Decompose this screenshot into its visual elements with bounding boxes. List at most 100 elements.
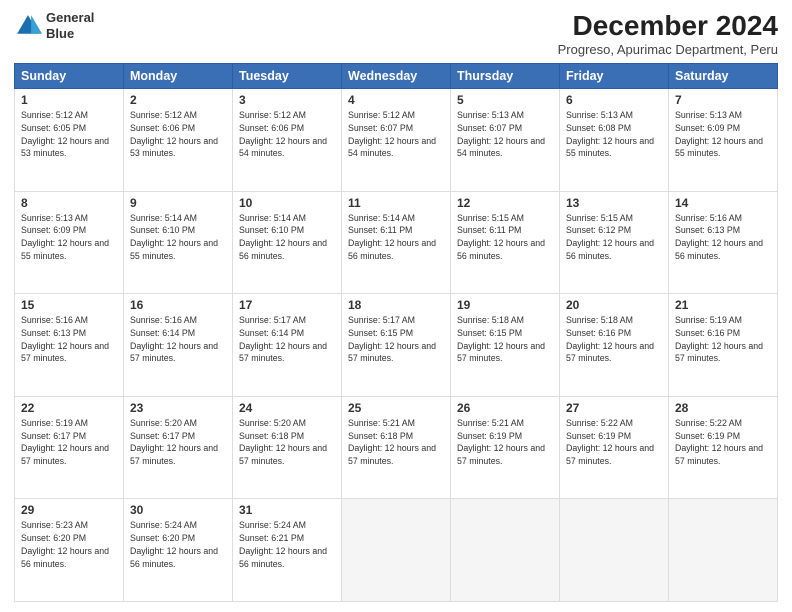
day-number: 2	[130, 93, 226, 107]
logo-line2: Blue	[46, 26, 94, 42]
calendar-cell: 3 Sunrise: 5:12 AM Sunset: 6:06 PM Dayli…	[233, 89, 342, 192]
calendar-cell: 6 Sunrise: 5:13 AM Sunset: 6:08 PM Dayli…	[560, 89, 669, 192]
calendar-cell: 28 Sunrise: 5:22 AM Sunset: 6:19 PM Dayl…	[669, 396, 778, 499]
day-info: Sunrise: 5:19 AM Sunset: 6:16 PM Dayligh…	[675, 314, 771, 365]
calendar-cell: 10 Sunrise: 5:14 AM Sunset: 6:10 PM Dayl…	[233, 191, 342, 294]
calendar-cell	[669, 499, 778, 602]
day-number: 26	[457, 401, 553, 415]
day-number: 19	[457, 298, 553, 312]
calendar-cell: 2 Sunrise: 5:12 AM Sunset: 6:06 PM Dayli…	[124, 89, 233, 192]
calendar-week-1: 1 Sunrise: 5:12 AM Sunset: 6:05 PM Dayli…	[15, 89, 778, 192]
calendar-cell: 9 Sunrise: 5:14 AM Sunset: 6:10 PM Dayli…	[124, 191, 233, 294]
col-wednesday: Wednesday	[342, 64, 451, 89]
calendar-cell: 5 Sunrise: 5:13 AM Sunset: 6:07 PM Dayli…	[451, 89, 560, 192]
day-info: Sunrise: 5:13 AM Sunset: 6:09 PM Dayligh…	[21, 212, 117, 263]
day-info: Sunrise: 5:22 AM Sunset: 6:19 PM Dayligh…	[566, 417, 662, 468]
calendar-cell: 14 Sunrise: 5:16 AM Sunset: 6:13 PM Dayl…	[669, 191, 778, 294]
day-number: 6	[566, 93, 662, 107]
logo: General Blue	[14, 10, 94, 41]
col-tuesday: Tuesday	[233, 64, 342, 89]
calendar-cell: 29 Sunrise: 5:23 AM Sunset: 6:20 PM Dayl…	[15, 499, 124, 602]
day-info: Sunrise: 5:21 AM Sunset: 6:19 PM Dayligh…	[457, 417, 553, 468]
day-info: Sunrise: 5:14 AM Sunset: 6:11 PM Dayligh…	[348, 212, 444, 263]
day-number: 30	[130, 503, 226, 517]
main-title: December 2024	[558, 10, 778, 42]
col-thursday: Thursday	[451, 64, 560, 89]
day-info: Sunrise: 5:16 AM Sunset: 6:14 PM Dayligh…	[130, 314, 226, 365]
calendar-cell: 18 Sunrise: 5:17 AM Sunset: 6:15 PM Dayl…	[342, 294, 451, 397]
calendar-cell: 26 Sunrise: 5:21 AM Sunset: 6:19 PM Dayl…	[451, 396, 560, 499]
day-info: Sunrise: 5:15 AM Sunset: 6:12 PM Dayligh…	[566, 212, 662, 263]
col-monday: Monday	[124, 64, 233, 89]
day-info: Sunrise: 5:24 AM Sunset: 6:20 PM Dayligh…	[130, 519, 226, 570]
calendar-cell: 17 Sunrise: 5:17 AM Sunset: 6:14 PM Dayl…	[233, 294, 342, 397]
calendar-cell: 27 Sunrise: 5:22 AM Sunset: 6:19 PM Dayl…	[560, 396, 669, 499]
day-number: 17	[239, 298, 335, 312]
calendar-cell: 23 Sunrise: 5:20 AM Sunset: 6:17 PM Dayl…	[124, 396, 233, 499]
day-info: Sunrise: 5:17 AM Sunset: 6:15 PM Dayligh…	[348, 314, 444, 365]
day-info: Sunrise: 5:16 AM Sunset: 6:13 PM Dayligh…	[21, 314, 117, 365]
calendar-week-3: 15 Sunrise: 5:16 AM Sunset: 6:13 PM Dayl…	[15, 294, 778, 397]
calendar-cell: 30 Sunrise: 5:24 AM Sunset: 6:20 PM Dayl…	[124, 499, 233, 602]
day-number: 10	[239, 196, 335, 210]
calendar-week-2: 8 Sunrise: 5:13 AM Sunset: 6:09 PM Dayli…	[15, 191, 778, 294]
calendar-cell: 22 Sunrise: 5:19 AM Sunset: 6:17 PM Dayl…	[15, 396, 124, 499]
day-info: Sunrise: 5:12 AM Sunset: 6:05 PM Dayligh…	[21, 109, 117, 160]
day-number: 15	[21, 298, 117, 312]
day-info: Sunrise: 5:18 AM Sunset: 6:16 PM Dayligh…	[566, 314, 662, 365]
day-info: Sunrise: 5:21 AM Sunset: 6:18 PM Dayligh…	[348, 417, 444, 468]
day-number: 29	[21, 503, 117, 517]
logo-text: General Blue	[46, 10, 94, 41]
day-info: Sunrise: 5:20 AM Sunset: 6:17 PM Dayligh…	[130, 417, 226, 468]
day-info: Sunrise: 5:15 AM Sunset: 6:11 PM Dayligh…	[457, 212, 553, 263]
day-number: 8	[21, 196, 117, 210]
subtitle: Progreso, Apurimac Department, Peru	[558, 42, 778, 57]
day-number: 21	[675, 298, 771, 312]
day-info: Sunrise: 5:20 AM Sunset: 6:18 PM Dayligh…	[239, 417, 335, 468]
calendar-cell: 25 Sunrise: 5:21 AM Sunset: 6:18 PM Dayl…	[342, 396, 451, 499]
calendar-cell: 31 Sunrise: 5:24 AM Sunset: 6:21 PM Dayl…	[233, 499, 342, 602]
calendar-cell	[560, 499, 669, 602]
calendar-cell: 15 Sunrise: 5:16 AM Sunset: 6:13 PM Dayl…	[15, 294, 124, 397]
calendar-cell: 16 Sunrise: 5:16 AM Sunset: 6:14 PM Dayl…	[124, 294, 233, 397]
calendar-cell: 7 Sunrise: 5:13 AM Sunset: 6:09 PM Dayli…	[669, 89, 778, 192]
calendar-cell: 11 Sunrise: 5:14 AM Sunset: 6:11 PM Dayl…	[342, 191, 451, 294]
day-info: Sunrise: 5:12 AM Sunset: 6:06 PM Dayligh…	[130, 109, 226, 160]
day-number: 20	[566, 298, 662, 312]
col-friday: Friday	[560, 64, 669, 89]
calendar-cell: 12 Sunrise: 5:15 AM Sunset: 6:11 PM Dayl…	[451, 191, 560, 294]
page: General Blue December 2024 Progreso, Apu…	[0, 0, 792, 612]
day-info: Sunrise: 5:16 AM Sunset: 6:13 PM Dayligh…	[675, 212, 771, 263]
day-info: Sunrise: 5:12 AM Sunset: 6:07 PM Dayligh…	[348, 109, 444, 160]
day-number: 9	[130, 196, 226, 210]
day-info: Sunrise: 5:13 AM Sunset: 6:07 PM Dayligh…	[457, 109, 553, 160]
calendar-cell: 1 Sunrise: 5:12 AM Sunset: 6:05 PM Dayli…	[15, 89, 124, 192]
day-info: Sunrise: 5:12 AM Sunset: 6:06 PM Dayligh…	[239, 109, 335, 160]
day-info: Sunrise: 5:22 AM Sunset: 6:19 PM Dayligh…	[675, 417, 771, 468]
col-sunday: Sunday	[15, 64, 124, 89]
day-number: 13	[566, 196, 662, 210]
calendar: Sunday Monday Tuesday Wednesday Thursday…	[14, 63, 778, 602]
logo-icon	[14, 12, 42, 40]
day-number: 7	[675, 93, 771, 107]
calendar-body: 1 Sunrise: 5:12 AM Sunset: 6:05 PM Dayli…	[15, 89, 778, 602]
day-info: Sunrise: 5:19 AM Sunset: 6:17 PM Dayligh…	[21, 417, 117, 468]
day-info: Sunrise: 5:14 AM Sunset: 6:10 PM Dayligh…	[130, 212, 226, 263]
day-info: Sunrise: 5:18 AM Sunset: 6:15 PM Dayligh…	[457, 314, 553, 365]
day-number: 1	[21, 93, 117, 107]
day-number: 28	[675, 401, 771, 415]
day-number: 14	[675, 196, 771, 210]
calendar-cell: 13 Sunrise: 5:15 AM Sunset: 6:12 PM Dayl…	[560, 191, 669, 294]
calendar-cell: 19 Sunrise: 5:18 AM Sunset: 6:15 PM Dayl…	[451, 294, 560, 397]
day-number: 24	[239, 401, 335, 415]
day-info: Sunrise: 5:14 AM Sunset: 6:10 PM Dayligh…	[239, 212, 335, 263]
calendar-cell: 20 Sunrise: 5:18 AM Sunset: 6:16 PM Dayl…	[560, 294, 669, 397]
day-number: 27	[566, 401, 662, 415]
day-info: Sunrise: 5:23 AM Sunset: 6:20 PM Dayligh…	[21, 519, 117, 570]
day-number: 23	[130, 401, 226, 415]
day-info: Sunrise: 5:24 AM Sunset: 6:21 PM Dayligh…	[239, 519, 335, 570]
day-number: 4	[348, 93, 444, 107]
day-number: 3	[239, 93, 335, 107]
calendar-cell	[451, 499, 560, 602]
day-number: 12	[457, 196, 553, 210]
